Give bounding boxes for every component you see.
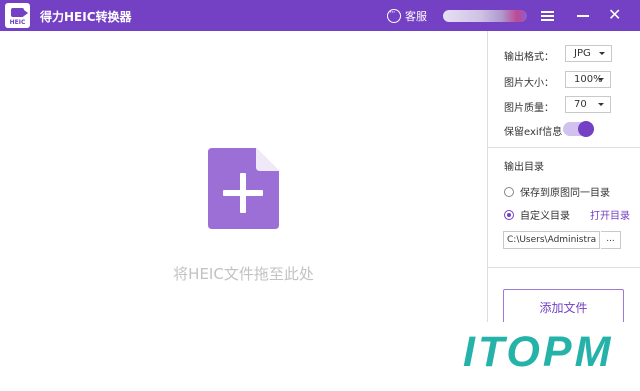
title-bar: HEIC 得力HEIC转换器 客服 ✕ xyxy=(0,0,640,31)
watermark-text: ITOPM xyxy=(463,328,614,376)
quality-select[interactable]: 70 xyxy=(565,96,611,113)
minimize-icon[interactable] xyxy=(577,9,589,21)
dropdown-caret-icon xyxy=(599,52,605,55)
user-account-blurred[interactable] xyxy=(443,10,527,22)
add-file-icon[interactable] xyxy=(208,148,279,229)
exif-toggle[interactable] xyxy=(563,121,594,137)
toggle-knob xyxy=(578,121,594,137)
format-select-value: JPG xyxy=(574,48,591,59)
section-divider xyxy=(488,267,640,268)
chat-service-icon xyxy=(387,7,401,23)
customer-service-label: 客服 xyxy=(405,10,427,23)
radio-same-directory[interactable]: 保存到原图同一目录 xyxy=(504,184,610,199)
app-logo-text: HEIC xyxy=(9,19,26,26)
radio-custom-directory[interactable]: 自定义目录 xyxy=(504,207,570,222)
open-directory-link[interactable]: 打开目录 xyxy=(590,207,630,222)
format-select[interactable]: JPG xyxy=(565,45,612,62)
drop-zone[interactable]: 将HEIC文件拖至此处 xyxy=(0,31,487,391)
size-label: 图片大小： xyxy=(504,78,554,89)
app-window: HEIC 得力HEIC转换器 客服 ✕ 将HEIC文件拖至此处 输出格式： JP… xyxy=(0,0,640,391)
size-select[interactable]: 100% xyxy=(565,71,611,88)
watermark: ITOPM xyxy=(451,322,640,391)
quality-select-value: 70 xyxy=(574,99,587,110)
app-logo-icon: HEIC xyxy=(5,3,30,28)
format-label: 输出格式： xyxy=(504,52,554,63)
output-directory-title: 输出目录 xyxy=(504,162,544,173)
radio-custom-label: 自定义目录 xyxy=(520,211,570,222)
dropdown-caret-icon xyxy=(598,78,604,81)
customer-service-button[interactable]: 客服 xyxy=(387,7,427,24)
exif-label: 保留exif信息 xyxy=(504,127,563,138)
radio-same-label: 保存到原图同一目录 xyxy=(520,188,610,199)
app-title: 得力HEIC转换器 xyxy=(40,10,132,24)
output-path-input[interactable] xyxy=(503,231,600,249)
radio-button-checked[interactable] xyxy=(504,209,514,220)
browse-button[interactable]: ... xyxy=(601,231,621,249)
section-divider xyxy=(488,147,640,148)
menu-icon[interactable] xyxy=(541,10,554,21)
close-icon[interactable]: ✕ xyxy=(608,7,621,23)
dropdown-caret-icon xyxy=(598,103,604,106)
quality-label: 图片质量： xyxy=(504,103,554,114)
radio-button[interactable] xyxy=(504,186,514,197)
drop-hint-text: 将HEIC文件拖至此处 xyxy=(173,265,314,283)
